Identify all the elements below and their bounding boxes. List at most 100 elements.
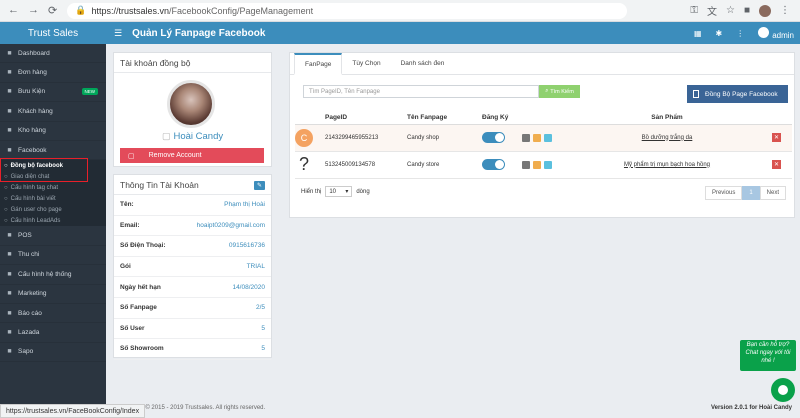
sidebar-item-cau-hinh-he-thong[interactable]: ■ Cấu hình hệ thống <box>0 265 106 285</box>
package-icon: ■ <box>7 88 12 96</box>
sidebar-item-kho-hang[interactable]: ■ Kho hàng <box>0 122 106 141</box>
sidebar-item-bao-cao[interactable]: ■ Báo cáo <box>0 304 106 324</box>
chat-icon[interactable] <box>771 378 795 402</box>
pos-icon: ■ <box>7 232 12 240</box>
info-value: Phạm thị Hoài <box>224 201 265 209</box>
sync-page-button[interactable]: Đồng Bộ Page Facebook <box>687 85 788 103</box>
print-icon[interactable] <box>522 160 530 169</box>
page-avatar: ? <box>298 154 309 174</box>
sidebar-item-dashboard[interactable]: ■ Dashboard <box>0 44 106 64</box>
info-row: Tên: Phạm thị Hoài <box>114 195 271 216</box>
info-label: Ngày hết hạn <box>120 283 161 291</box>
money-icon: ■ <box>7 251 12 259</box>
info-label: Số Fanpage <box>120 304 157 312</box>
sidebar-item-buu-kien[interactable]: ■ Bưu Kiện NEW <box>0 83 106 103</box>
status-bar-url: https://trustsales.vn/FaceBookConfig/Ind… <box>0 404 146 418</box>
page-1-button[interactable]: 1 <box>742 186 760 200</box>
sync-account-title: Tài khoản đồng bộ <box>114 53 271 73</box>
sidebar-item-lazada[interactable]: ■ Lazada <box>0 323 106 343</box>
star-icon[interactable]: ☆ <box>726 5 735 16</box>
info-label: Số Điện Thoại: <box>120 242 166 250</box>
more-vertical-icon[interactable]: ⋮ <box>736 29 744 38</box>
table-row: ? 513245009134578 Candy store Mỹ phẩm trị m… <box>295 151 792 179</box>
tab-danh-sach-den[interactable]: Danh sách đen <box>391 53 455 74</box>
edit-icon[interactable] <box>533 133 541 142</box>
facebook-square-icon <box>693 90 699 98</box>
edit-icon[interactable] <box>533 160 541 169</box>
settings-icon[interactable]: ✱ <box>716 29 723 38</box>
page-id: 2143299465955213 <box>325 124 407 152</box>
users-icon: ■ <box>7 107 12 115</box>
search-icon: ⌕ <box>545 88 549 94</box>
extension-icon[interactable]: ■ <box>744 5 750 16</box>
prev-page-button[interactable]: Previous <box>704 186 743 200</box>
reload-icon[interactable]: ⟳ <box>48 4 57 17</box>
fanpage-name: Candy shop <box>407 124 482 152</box>
delete-icon[interactable]: ✕ <box>772 133 781 142</box>
sidebar-item-thu-chi[interactable]: ■ Thu chi <box>0 246 106 266</box>
store-icon: ■ <box>7 348 12 356</box>
key-icon[interactable]: ⚿ <box>690 5 698 16</box>
translate-icon[interactable]: 文 <box>707 3 717 18</box>
lock-icon: 🔒 <box>75 5 87 15</box>
circle-icon: ○ <box>4 206 8 213</box>
col-product: Sản Phẩm <box>562 112 772 125</box>
browser-profile-avatar[interactable] <box>759 4 771 17</box>
brand-logo[interactable]: Trust Sales <box>0 22 106 44</box>
product-link[interactable]: Bồ dưỡng trắng da <box>562 124 772 152</box>
version: Version 2.0.1 for Hoài Candy <box>710 405 792 411</box>
delete-icon[interactable]: ✕ <box>772 160 781 169</box>
page-avatar: C <box>295 128 313 147</box>
info-label: Số User <box>120 324 145 332</box>
forward-icon[interactable]: → <box>28 4 39 17</box>
search-button[interactable]: ⌕ Tìm Kiếm <box>539 85 580 98</box>
menu-toggle-icon[interactable]: ☰ <box>114 28 122 39</box>
remove-account-button[interactable]: ▢ Remove Account <box>120 148 264 163</box>
sidebar-item-don-hang[interactable]: ■ Đơn hàng <box>0 63 106 83</box>
submenu-item-cau-hinh-leadads[interactable]: ○ Cấu hình LeadAds <box>0 215 106 226</box>
tab-fanpage[interactable]: FanPage <box>294 53 343 75</box>
sidebar-item-pos[interactable]: ■ POS <box>0 226 106 246</box>
register-toggle[interactable] <box>482 159 505 170</box>
megaphone-icon: ■ <box>7 290 12 298</box>
store-icon: ■ <box>7 328 12 336</box>
next-page-button[interactable]: Next <box>759 186 786 200</box>
back-icon[interactable]: ← <box>8 4 19 17</box>
sidebar-item-marketing[interactable]: ■ Marketing <box>0 285 106 304</box>
refresh-icon[interactable] <box>544 160 552 169</box>
grid-icon[interactable]: ▦ <box>694 29 702 38</box>
browser-toolbar: ← → ⟳ 🔒 https://trustsales.vn/FacebookCo… <box>0 0 800 22</box>
more-icon[interactable]: ⋮ <box>780 5 790 16</box>
submenu-item-cau-hinh-tag-chat[interactable]: ○ Cấu hình tag chat <box>0 182 106 193</box>
search-input[interactable]: Tìm PageID, Tên Fanpage <box>303 85 539 98</box>
sidebar-item-khach-hang[interactable]: ■ Khách hàng <box>0 102 106 122</box>
info-value: hoaipt0209@gmail.com <box>196 221 265 229</box>
sidebar-item-sapo[interactable]: ■ Sapo <box>0 343 106 363</box>
chat-bubble[interactable]: Bạn cần hỗ trợ? Chat ngay với tôi nhé ! <box>740 340 796 371</box>
info-row: Gói TRIAL <box>114 257 271 278</box>
circle-icon: ○ <box>4 217 8 224</box>
address-bar[interactable]: 🔒 https://trustsales.vn/FacebookConfig/P… <box>67 2 628 19</box>
remove-square-icon: ▢ <box>128 152 135 160</box>
account-info-card: Thông Tin Tài Khoản ✎ Tên: Phạm thị Hoài E… <box>113 174 272 360</box>
submenu-item-cau-hinh-bai-viet[interactable]: ○ Cấu hình bài viết <box>0 193 106 204</box>
register-toggle[interactable] <box>482 132 505 143</box>
tab-tuy-chon[interactable]: Tùy Chọn <box>342 53 390 74</box>
page-title: Quản Lý Fanpage Facebook <box>132 27 266 39</box>
print-icon[interactable] <box>522 133 530 142</box>
user-avatar-icon <box>758 26 770 38</box>
info-value: 5 <box>261 345 265 353</box>
footer: Copyright © 2015 - 2019 Trustsales. All … <box>106 398 800 418</box>
edit-info-button[interactable]: ✎ <box>254 181 265 190</box>
refresh-icon[interactable] <box>544 133 552 142</box>
page-size-select[interactable]: 10 ▾ <box>325 186 353 197</box>
product-link[interactable]: Mỹ phẩm trị mụn bạch hoa hồng <box>562 151 772 179</box>
user-menu[interactable]: admin <box>758 26 794 40</box>
info-value: TRIAL <box>246 263 265 271</box>
caret-down-icon: ▾ <box>345 189 349 195</box>
submenu-item-gan-user-cho-page[interactable]: ○ Gán user cho page <box>0 204 106 215</box>
new-badge: NEW <box>81 88 98 96</box>
page-id: 513245009134578 <box>325 151 407 179</box>
info-row: Số User 5 <box>114 319 271 340</box>
fanpage-panel: FanPage Tùy Chọn Danh sách đen Tìm PageID,… <box>289 52 795 218</box>
